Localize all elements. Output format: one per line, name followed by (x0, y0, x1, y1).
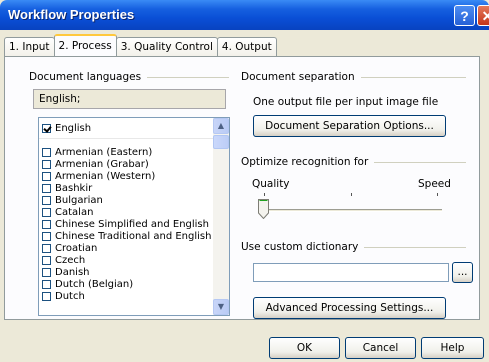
checkbox-icon[interactable] (42, 279, 51, 289)
checkbox-checked-icon[interactable] (42, 123, 51, 133)
slider-tick (437, 193, 438, 196)
document-separation-options-button[interactable]: Document Separation Options... (253, 115, 446, 137)
quality-label: Quality (252, 178, 290, 190)
languages-listbox[interactable]: English Armenian (Eastern) Armenian (Gra… (38, 117, 230, 316)
scroll-down-icon[interactable]: ▼ (213, 299, 229, 315)
document-languages-header: Document languages (29, 71, 229, 83)
checkbox-icon[interactable] (42, 183, 51, 193)
languages-list: English Armenian (Eastern) Armenian (Gra… (39, 118, 213, 315)
list-item[interactable]: Catalan (42, 206, 93, 218)
list-item[interactable]: Dutch (42, 290, 85, 302)
language-label: Catalan (55, 206, 94, 218)
language-label: Croatian (55, 242, 98, 254)
checkbox-icon[interactable] (42, 267, 51, 277)
custom-dictionary-input[interactable] (253, 263, 449, 282)
advanced-processing-settings-button[interactable]: Advanced Processing Settings... (253, 297, 446, 319)
group-divider (364, 246, 466, 248)
checkbox-icon[interactable] (42, 147, 51, 157)
separation-description: One output file per input image file (253, 96, 439, 108)
group-divider (147, 76, 229, 78)
close-icon[interactable]: ✕ (477, 5, 489, 26)
checkbox-icon[interactable] (42, 243, 51, 253)
document-languages-label: Document languages (29, 71, 142, 83)
ok-button[interactable]: OK (269, 337, 340, 359)
tab-output[interactable]: 4. Output (216, 37, 277, 56)
language-label: Czech (55, 254, 86, 266)
checkbox-icon[interactable] (42, 291, 51, 301)
optimize-recognition-label: Optimize recognition for (241, 156, 369, 168)
list-item[interactable]: Armenian (Eastern) (42, 146, 152, 158)
cancel-button[interactable]: Cancel (345, 337, 416, 359)
window-title: Workflow Properties (8, 7, 135, 22)
document-separation-header: Document separation (241, 71, 466, 83)
title-bar[interactable]: Workflow Properties ? ✕ (0, 0, 489, 30)
checkbox-icon[interactable] (42, 231, 51, 241)
list-item[interactable]: Bulgarian (42, 194, 103, 206)
checkbox-icon[interactable] (42, 207, 51, 217)
checkbox-icon[interactable] (42, 171, 51, 181)
help-icon[interactable]: ? (454, 5, 475, 26)
recognition-slider-thumb[interactable] (258, 199, 269, 219)
language-label: Bashkir (55, 182, 93, 194)
list-item[interactable]: Dutch (Belgian) (42, 278, 133, 290)
language-label: Armenian (Grabar) (55, 158, 149, 170)
language-label: Dutch (Belgian) (55, 278, 134, 290)
list-item[interactable]: Chinese Traditional and English (42, 230, 211, 242)
list-item[interactable]: Bashkir (42, 182, 92, 194)
tab-quality-control[interactable]: 3. Quality Control (115, 37, 218, 56)
document-separation-label: Document separation (241, 71, 355, 83)
tab-process[interactable]: 2. Process (53, 34, 117, 56)
checkbox-icon[interactable] (42, 159, 51, 169)
slider-tick (351, 193, 352, 196)
language-label: Dutch (55, 290, 85, 302)
list-item[interactable]: Czech (42, 254, 85, 266)
checkbox-icon[interactable] (42, 255, 51, 265)
list-item[interactable]: Armenian (Western) (42, 170, 155, 182)
list-item[interactable]: Croatian (42, 242, 97, 254)
language-label: Chinese Traditional and English (55, 230, 212, 242)
scroll-up-icon[interactable]: ▲ (213, 118, 229, 134)
list-item[interactable]: Armenian (Grabar) (42, 158, 149, 170)
languages-scrollbar[interactable]: ▲ ▼ (213, 118, 229, 315)
list-item[interactable]: English (42, 122, 91, 134)
selected-languages-field: English; (33, 89, 226, 109)
list-item[interactable]: Chinese Simplified and English (42, 218, 209, 230)
browse-dictionary-button[interactable]: ... (452, 262, 473, 283)
scroll-thumb[interactable] (213, 135, 229, 149)
custom-dictionary-label: Use custom dictionary (241, 241, 359, 253)
language-label: Armenian (Eastern) (55, 146, 153, 158)
language-label: Armenian (Western) (55, 170, 156, 182)
speed-label: Speed (418, 178, 451, 190)
list-separator (39, 138, 213, 139)
language-label: Bulgarian (55, 194, 103, 206)
list-item[interactable]: Danish (42, 266, 90, 278)
slider-tick (264, 193, 265, 196)
recognition-slider-track[interactable] (262, 209, 442, 212)
tab-input[interactable]: 1. Input (4, 37, 55, 56)
custom-dictionary-header: Use custom dictionary (241, 241, 466, 253)
checkbox-icon[interactable] (42, 195, 51, 205)
tab-strip: 1. Input 2. Process 3. Quality Control 4… (4, 34, 277, 56)
optimize-recognition-header: Optimize recognition for (241, 156, 466, 168)
group-divider (360, 76, 466, 78)
language-label: English (55, 122, 92, 134)
language-label: Chinese Simplified and English (55, 218, 209, 230)
language-label: Danish (55, 266, 90, 278)
checkbox-icon[interactable] (42, 219, 51, 229)
workflow-properties-dialog: Workflow Properties ? ✕ 1. Input 2. Proc… (0, 0, 489, 362)
help-button[interactable]: Help (421, 337, 484, 359)
group-divider (374, 161, 466, 163)
